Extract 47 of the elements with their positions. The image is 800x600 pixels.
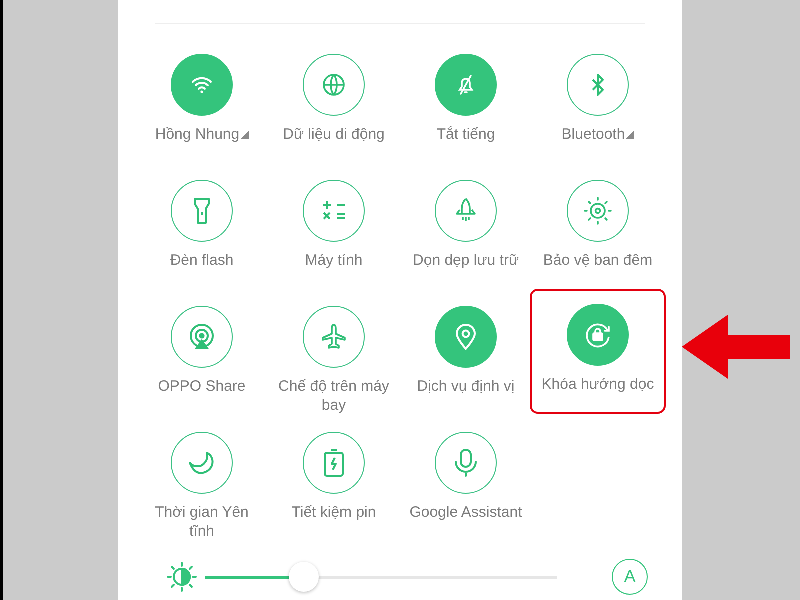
tile-label: Dịch vụ định vị <box>417 377 515 396</box>
bluetooth-icon <box>591 73 605 97</box>
moon-icon <box>189 452 215 474</box>
share-target-icon <box>189 324 215 350</box>
tile-label: Chế độ trên máy bay <box>278 377 390 415</box>
tile-label: Khóa hướng dọc <box>542 375 654 394</box>
tile-label: Thời gian Yên tĩnh <box>154 503 250 541</box>
quick-setting-tile[interactable]: Thời gian Yên tĩnh <box>136 415 268 540</box>
tile-label: Đèn flash <box>170 251 234 270</box>
auto-brightness-button[interactable]: A <box>612 559 648 595</box>
microphone-icon <box>455 449 477 477</box>
tile-label: Máy tính <box>305 251 363 270</box>
tile-label: Bluetooth <box>562 125 626 144</box>
quick-setting-tile[interactable]: Bluetooth <box>532 37 664 162</box>
rocket-icon <box>454 198 478 224</box>
quick-setting-tile[interactable]: Khóa hướng dọc <box>530 289 666 414</box>
tile-label: Bảo vệ ban đêm <box>543 251 653 270</box>
quick-setting-tile[interactable]: Google Assistant <box>400 415 532 540</box>
globe-icon <box>322 73 346 97</box>
airplane-icon <box>321 324 347 350</box>
location-pin-icon <box>456 324 476 350</box>
tile-label: OPPO Share <box>158 377 246 396</box>
brightness-icon <box>167 562 197 592</box>
eye-sun-icon <box>584 197 612 225</box>
quick-setting-tile[interactable]: Hồng Nhung <box>136 37 268 162</box>
quick-setting-tile[interactable]: Máy tính <box>268 163 400 288</box>
quick-setting-tile[interactable]: Chế độ trên máy bay <box>268 289 400 414</box>
tile-label: Tiết kiệm pin <box>292 503 376 522</box>
quick-setting-tile[interactable]: Bảo vệ ban đêm <box>532 163 664 288</box>
tile-label: Dọn dẹp lưu trữ <box>413 251 519 270</box>
quick-setting-tile[interactable]: Dọn dẹp lưu trữ <box>400 163 532 288</box>
calculator-icon <box>322 200 346 222</box>
quick-setting-tile[interactable]: Dịch vụ định vị <box>400 289 532 414</box>
tile-label: Google Assistant <box>410 503 522 522</box>
tile-label: Tắt tiếng <box>436 125 496 144</box>
battery-charging-icon <box>324 449 344 477</box>
quick-setting-tile[interactable]: Tiết kiệm pin <box>268 415 400 540</box>
tile-label: Dữ liệu di động <box>283 125 385 144</box>
slider-thumb[interactable] <box>288 562 319 592</box>
quick-setting-tile[interactable]: Tắt tiếng <box>400 37 532 162</box>
quick-setting-tile[interactable]: Đèn flash <box>136 163 268 288</box>
quick-setting-tile[interactable]: OPPO Share <box>136 289 268 414</box>
tile-label: Hồng Nhung <box>155 125 240 144</box>
quick-setting-tile[interactable]: Dữ liệu di động <box>268 37 400 162</box>
wifi-icon <box>191 76 213 94</box>
rotation-lock-icon <box>584 321 612 349</box>
flashlight-icon <box>194 198 210 224</box>
